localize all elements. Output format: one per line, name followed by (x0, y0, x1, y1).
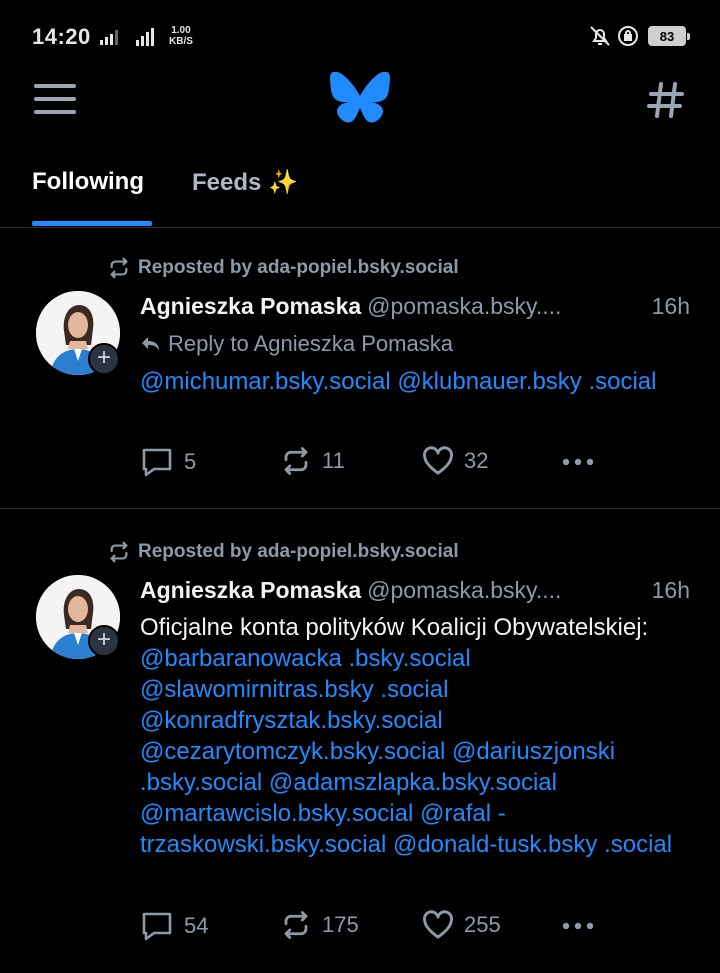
author-name[interactable]: Agnieszka Pomaska (140, 577, 361, 603)
repost-count: 11 (322, 448, 345, 473)
follow-plus-icon[interactable]: + (88, 625, 120, 657)
like-count: 32 (464, 448, 489, 473)
like-button[interactable]: 32 (422, 446, 488, 476)
like-count: 255 (464, 912, 501, 937)
reply-label[interactable]: Reply to Agnieszka Pomaska (168, 331, 453, 357)
net-speed-value: 1.00 (171, 25, 191, 36)
post-mentions[interactable]: @barbaranowacka .bsky.social @slawomirni… (140, 645, 672, 858)
reply-count: 5 (184, 449, 197, 474)
repost-icon (284, 447, 308, 475)
post[interactable]: Reposted by ada-popiel.bsky.social + Agn… (0, 509, 720, 973)
repost-icon (110, 541, 128, 563)
repost-icon (110, 257, 128, 279)
author-handle[interactable]: @pomaska.bsky.... (367, 577, 561, 603)
repost-label: Reposted by ada-popiel.bsky.social (138, 541, 459, 562)
comment-icon (142, 448, 172, 477)
repost-line: Reposted by ada-popiel.bsky.social (108, 257, 459, 279)
like-button[interactable]: 255 (422, 910, 501, 940)
heart-icon (423, 910, 453, 939)
author-handle[interactable]: @pomaska.bsky.... (367, 293, 561, 319)
post-header: Agnieszka Pomaska @pomaska.bsky.... 16h (140, 293, 692, 320)
reply-count: 54 (184, 913, 209, 938)
feed-tabs: Following Feeds ✨ (0, 160, 720, 228)
net-speed-unit: KB/S (169, 36, 193, 47)
hash-icon[interactable] (646, 80, 686, 120)
post-header: Agnieszka Pomaska @pomaska.bsky.... 16h (140, 577, 692, 604)
post[interactable]: Reposted by ada-popiel.bsky.social + Agn… (0, 229, 720, 509)
author-name[interactable]: Agnieszka Pomaska (140, 293, 361, 319)
repost-line: Reposted by ada-popiel.bsky.social (108, 541, 459, 563)
post-time: 16h (651, 293, 690, 319)
signal-icon (100, 30, 118, 45)
status-bar: 14:20 1.00 KB/S 83 (0, 0, 720, 72)
tab-feeds[interactable]: Feeds ✨ (192, 168, 298, 197)
comment-icon (142, 912, 172, 941)
post-actions: 5 11 32 (140, 446, 610, 480)
heart-icon (423, 446, 453, 475)
reply-button[interactable]: 54 (140, 910, 208, 942)
active-tab-indicator (32, 221, 152, 226)
more-options-icon[interactable] (560, 918, 596, 934)
repost-label: Reposted by ada-popiel.bsky.social (138, 257, 459, 278)
reply-arrow-icon (142, 337, 159, 351)
bell-off-icon (590, 26, 610, 46)
hamburger-menu-icon[interactable] (34, 84, 78, 116)
lte-signal-icon (136, 28, 154, 46)
post-time: 16h (651, 577, 690, 603)
reply-line: Reply to Agnieszka Pomaska (140, 331, 453, 357)
repost-button[interactable]: 175 (280, 910, 359, 940)
net-speed: 1.00 KB/S (169, 25, 193, 47)
repost-button[interactable]: 11 (280, 446, 345, 476)
app-header (0, 72, 720, 132)
post-text: @michumar.bsky.social @klubnauer.bsky .s… (140, 366, 700, 397)
rotation-lock-icon (618, 26, 638, 46)
repost-icon (284, 911, 308, 939)
follow-plus-icon[interactable]: + (88, 343, 120, 375)
post-text: Oficjalne konta polityków Koalicji Obywa… (140, 612, 700, 860)
butterfly-logo (330, 72, 390, 123)
repost-count: 175 (322, 912, 359, 937)
battery-icon: 83 (648, 26, 690, 46)
post-actions: 54 175 255 (140, 910, 610, 944)
post-text-plain: Oficjalne konta polityków Koalicji Obywa… (140, 614, 649, 641)
more-options-icon[interactable] (560, 454, 596, 470)
reply-button[interactable]: 5 (140, 446, 196, 478)
tab-following[interactable]: Following (32, 168, 144, 196)
post-mentions[interactable]: @michumar.bsky.social @klubnauer.bsky .s… (140, 368, 656, 395)
status-time: 14:20 (32, 24, 91, 49)
